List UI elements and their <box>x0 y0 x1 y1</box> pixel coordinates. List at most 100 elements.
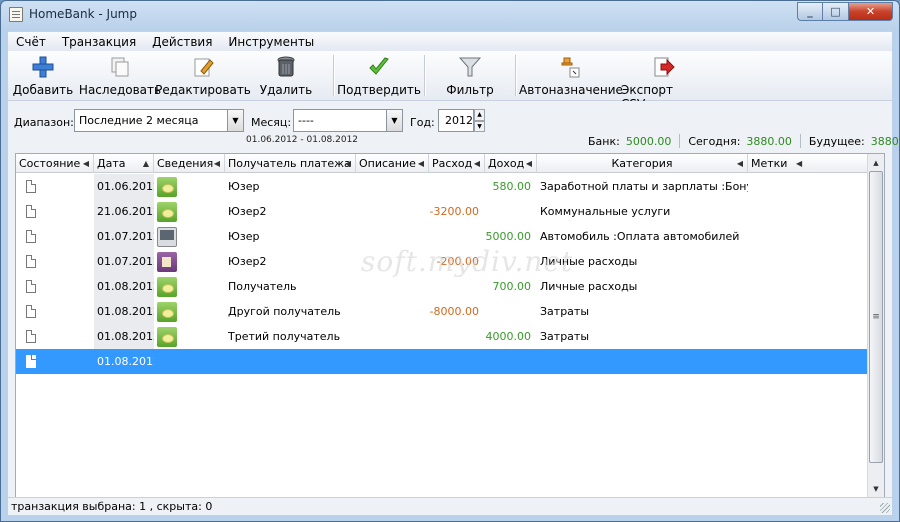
menu-bar: Счёт Транзакция Действия Инструменты <box>8 31 892 51</box>
trash-icon <box>274 55 298 79</box>
validate-label: Подтвердить <box>337 83 421 97</box>
bank-value: 5000.00 <box>625 134 672 148</box>
sort-icon: ◀ <box>344 159 351 168</box>
summary-separator <box>799 134 801 148</box>
date-cell: 01.08.2012 <box>94 299 154 324</box>
scroll-up-icon[interactable]: ▲ <box>868 154 884 171</box>
expense-cell <box>429 324 485 349</box>
category-cell: Личные расходы <box>540 255 638 268</box>
income-cell <box>485 249 537 274</box>
month-label: Месяц: <box>251 116 292 129</box>
sort-icon: ◀ <box>82 159 89 168</box>
add-label: Добавить <box>12 83 74 97</box>
date-cell: 01.06.2012 <box>94 174 154 199</box>
tags-cell <box>748 324 852 349</box>
table-row[interactable]: 01.07.2012 Юзер2 -200.00 Личные расходы <box>16 249 869 274</box>
year-spin[interactable]: 2012 ▲ ▼ <box>438 109 485 132</box>
range-combo[interactable]: Последние 2 месяца ▼ <box>74 109 244 132</box>
add-button[interactable]: Добавить <box>8 51 78 100</box>
summary-separator <box>679 134 681 148</box>
col-category[interactable]: Категория ◀ <box>537 154 748 173</box>
category-cell: Коммунальные услуги <box>540 205 671 218</box>
table-row[interactable]: 01.07.2012 Юзер 5000.00 Автомобиль :Оплата … <box>16 224 869 249</box>
table-body: 01.06.2012 Юзер 580.00 Заработной платы и з… <box>16 174 869 374</box>
income-cell <box>485 349 537 374</box>
menu-tools[interactable]: Инструменты <box>220 35 322 49</box>
payment-mode-icon <box>157 301 177 322</box>
col-memo-label: Описание <box>359 157 416 170</box>
menu-account[interactable]: Счёт <box>8 35 54 49</box>
filter-row: Диапазон: Последние 2 месяца ▼ Месяц: --… <box>8 109 892 135</box>
col-payee[interactable]: Получатель платежа ◀ <box>225 154 356 173</box>
payee-cell: Третий получатель <box>228 330 341 343</box>
col-info[interactable]: Сведения ◀ <box>154 154 225 173</box>
edit-button[interactable]: Редактировать <box>155 51 251 100</box>
info-cell <box>154 274 225 299</box>
income-cell: 700.00 <box>492 280 532 293</box>
memo-cell <box>356 324 429 349</box>
maximize-button[interactable]: □ <box>823 2 849 21</box>
status-cell <box>16 349 94 374</box>
checkmark-icon <box>367 55 391 79</box>
balance-summary: Банк: 5000.00 Сегодня: 3880.00 Будущее: … <box>588 134 900 148</box>
col-tags-label: Метки <box>751 157 788 170</box>
payment-mode-icon <box>157 326 177 347</box>
date-cell: 01.07.2012 <box>94 224 154 249</box>
col-memo[interactable]: Описание ◀ <box>356 154 429 173</box>
validate-button[interactable]: Подтвердить <box>337 51 421 100</box>
table-row[interactable]: 01.08.2012 Другой получатель -8000.00 Затра… <box>16 299 869 324</box>
tags-cell <box>748 174 852 199</box>
window-controls: _ □ ✕ <box>797 2 893 21</box>
chevron-down-icon[interactable]: ▼ <box>227 110 243 131</box>
document-icon <box>26 305 36 318</box>
col-income[interactable]: Доход ◀ <box>485 154 537 173</box>
toolbar: Добавить Наследовать Редактировать Удали… <box>8 51 892 111</box>
chevron-down-icon[interactable]: ▼ <box>386 110 402 131</box>
resize-grip[interactable] <box>880 503 890 513</box>
menu-transaction[interactable]: Транзакция <box>54 35 144 49</box>
range-value: Последние 2 месяца <box>79 114 199 127</box>
col-income-label: Доход <box>488 157 525 170</box>
info-cell <box>154 299 225 324</box>
minimize-button[interactable]: _ <box>797 2 823 21</box>
filter-button[interactable]: Фильтр <box>430 51 510 100</box>
date-range: 01.06.2012 - 01.08.2012 <box>246 135 359 145</box>
month-value: ---- <box>298 114 314 127</box>
category-cell: Личные расходы <box>540 280 638 293</box>
date-cell: 01.08.2012 <box>94 274 154 299</box>
income-cell <box>485 199 537 224</box>
table-row[interactable]: 01.08.2012 Третий получатель 4000.00 Затрат… <box>16 324 869 349</box>
expense-cell <box>429 349 485 374</box>
expense-cell <box>429 274 485 299</box>
menu-actions[interactable]: Действия <box>144 35 220 49</box>
edit-label: Редактировать <box>155 83 251 97</box>
export-csv-button[interactable]: Экспорт CSV... <box>621 51 705 111</box>
category-cell: Затраты <box>540 330 590 343</box>
spin-up-icon[interactable]: ▲ <box>474 109 485 121</box>
scroll-down-icon[interactable]: ▼ <box>868 480 884 497</box>
table-row[interactable]: 01.06.2012 Юзер 580.00 Заработной платы и з… <box>16 174 869 199</box>
info-cell <box>154 224 225 249</box>
vertical-scrollbar[interactable]: ▲ ≡ ▼ <box>867 154 884 497</box>
col-tags[interactable]: Метки ◀ <box>748 154 869 173</box>
month-combo[interactable]: ---- ▼ <box>293 109 403 132</box>
inherit-button[interactable]: Наследовать <box>78 51 162 100</box>
spin-down-icon[interactable]: ▼ <box>474 120 485 132</box>
table-row[interactable]: 21.06.2012 Юзер2 -3200.00 Коммунальные услу… <box>16 199 869 224</box>
status-cell <box>16 174 94 199</box>
document-icon <box>26 255 36 268</box>
status-cell <box>16 249 94 274</box>
table-row[interactable]: 01.08.2012 <box>16 349 869 374</box>
table-row[interactable]: 01.08.2012 Получатель 700.00 Личные расходы <box>16 274 869 299</box>
app-icon <box>9 7 23 22</box>
col-status[interactable]: Состояние ◀ <box>16 154 94 173</box>
col-expense[interactable]: Расход ◀ <box>429 154 485 173</box>
autoassign-button[interactable]: Автоназначение <box>519 51 623 100</box>
delete-button[interactable]: Удалить <box>244 51 328 100</box>
col-date[interactable]: Дата ▲ <box>94 154 154 173</box>
scrollbar-thumb[interactable]: ≡ <box>869 171 883 463</box>
info-cell <box>154 349 225 374</box>
payee-cell: Юзер <box>228 230 260 243</box>
close-button[interactable]: ✕ <box>849 2 893 21</box>
payment-mode-icon <box>157 251 177 272</box>
